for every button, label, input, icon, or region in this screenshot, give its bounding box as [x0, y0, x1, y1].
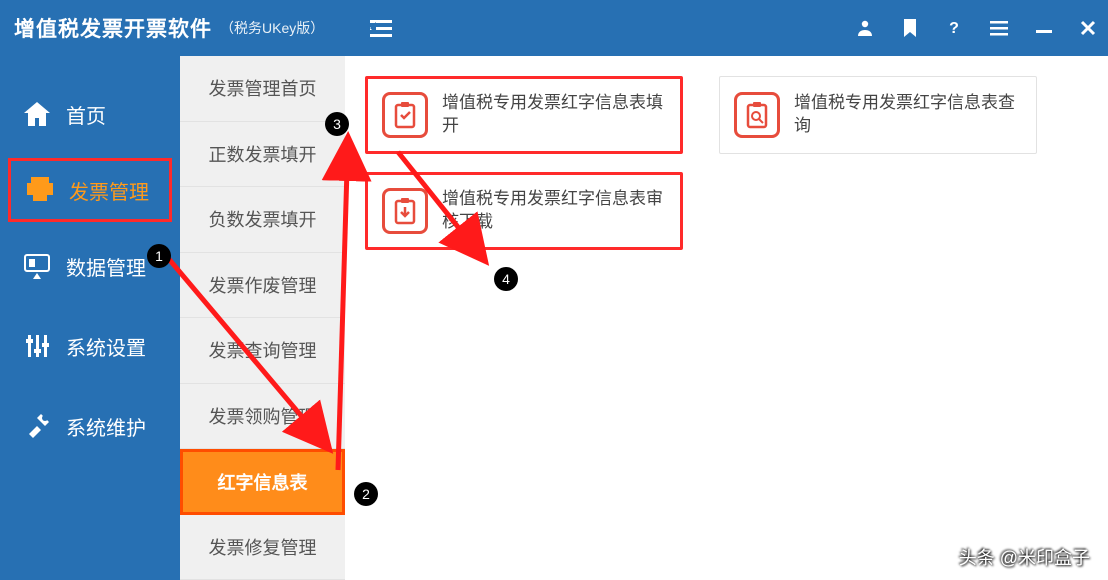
- menu-toggle-icon: [370, 18, 392, 38]
- printer-icon: [25, 175, 55, 205]
- sidebar-item-label: 数据管理: [66, 252, 146, 281]
- annotation-badge-1: 1: [147, 244, 171, 268]
- app-subtitle: （税务UKey版）: [220, 18, 324, 38]
- submenu-item-positive-fill[interactable]: 正数发票填开: [180, 122, 345, 188]
- app-header: 增值税发票开票软件 （税务UKey版） ?: [0, 0, 1108, 56]
- card-label: 增值税专用发票红字信息表审核下载: [442, 188, 666, 234]
- menu-toggle-button[interactable]: [370, 0, 392, 56]
- annotation-badge-4: 4: [494, 267, 518, 291]
- submenu-label: 负数发票填开: [209, 206, 317, 232]
- annotation-badge-2: 2: [354, 482, 378, 506]
- app-title: 增值税发票开票软件: [14, 13, 212, 43]
- svg-text:?: ?: [949, 20, 959, 37]
- submenu-label: 发票领购管理: [209, 403, 317, 429]
- submenu-label: 发票作废管理: [209, 272, 317, 298]
- clipboard-search-icon: [734, 92, 780, 138]
- sliders-icon: [22, 331, 52, 361]
- submenu-label: 发票修复管理: [209, 534, 317, 560]
- bookmark-icon[interactable]: [902, 19, 918, 37]
- sidebar-item-label: 系统设置: [66, 332, 146, 361]
- minimize-icon[interactable]: [1036, 20, 1052, 36]
- card-red-info-fill[interactable]: 增值税专用发票红字信息表填开: [365, 76, 683, 154]
- data-icon: [22, 251, 52, 281]
- submenu-item-purchase-manage[interactable]: 发票领购管理: [180, 384, 345, 450]
- clipboard-download-icon: [382, 188, 428, 234]
- content-area: 增值税专用发票红字信息表填开 增值税专用发票红字信息表查询 增值税专用发票红字信…: [345, 56, 1108, 580]
- header-toolbar: ?: [856, 0, 1096, 56]
- watermark-text: 头条 @米印盒子: [959, 544, 1090, 570]
- submenu-item-home[interactable]: 发票管理首页: [180, 56, 345, 122]
- sidebar-item-home[interactable]: 首页: [0, 74, 180, 154]
- card-red-info-query[interactable]: 增值税专用发票红字信息表查询: [719, 76, 1037, 154]
- sidebar-item-invoice-manage[interactable]: 发票管理: [8, 158, 172, 222]
- submenu-panel: 发票管理首页 正数发票填开 负数发票填开 发票作废管理 发票查询管理 发票领购管…: [180, 56, 345, 580]
- card-label: 增值税专用发票红字信息表填开: [442, 92, 666, 138]
- help-icon[interactable]: ?: [946, 19, 962, 37]
- home-icon: [22, 99, 52, 129]
- submenu-label: 正数发票填开: [209, 141, 317, 167]
- card-red-info-download[interactable]: 增值税专用发票红字信息表审核下载: [365, 172, 683, 250]
- submenu-item-repair-manage[interactable]: 发票修复管理: [180, 515, 345, 580]
- submenu-label: 红字信息表: [218, 469, 308, 495]
- menu-icon[interactable]: [990, 20, 1008, 36]
- tools-icon: [22, 411, 52, 441]
- submenu-label: 发票管理首页: [209, 75, 317, 101]
- sidebar-item-label: 首页: [66, 100, 106, 129]
- sidebar-item-label: 发票管理: [69, 176, 149, 205]
- submenu-item-void-manage[interactable]: 发票作废管理: [180, 253, 345, 319]
- primary-sidebar: 首页 发票管理 数据管理 系统设置 系统维护: [0, 56, 180, 580]
- submenu-item-red-info[interactable]: 红字信息表: [180, 449, 345, 515]
- annotation-badge-3: 3: [325, 112, 349, 136]
- submenu-item-negative-fill[interactable]: 负数发票填开: [180, 187, 345, 253]
- sidebar-item-system-settings[interactable]: 系统设置: [0, 306, 180, 386]
- submenu-label: 发票查询管理: [209, 337, 317, 363]
- clipboard-edit-icon: [382, 92, 428, 138]
- submenu-item-query-manage[interactable]: 发票查询管理: [180, 318, 345, 384]
- card-label: 增值税专用发票红字信息表查询: [794, 92, 1022, 138]
- sidebar-item-system-maint[interactable]: 系统维护: [0, 386, 180, 466]
- close-icon[interactable]: [1080, 20, 1096, 36]
- sidebar-item-label: 系统维护: [66, 412, 146, 441]
- user-icon[interactable]: [856, 19, 874, 37]
